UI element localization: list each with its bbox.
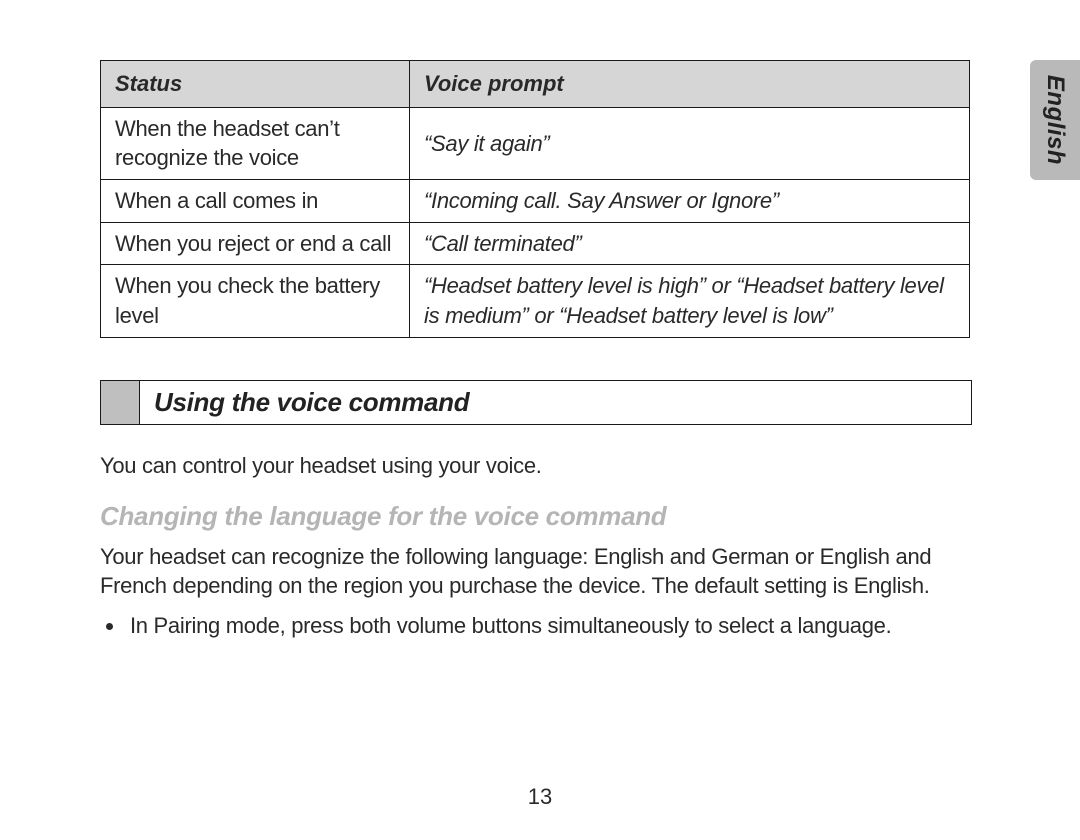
cell-prompt: “Headset battery level is high” or “Head… bbox=[410, 265, 970, 337]
cell-prompt: “Incoming call. Say Answer or Ignore” bbox=[410, 180, 970, 223]
cell-status: When you check the battery level bbox=[101, 265, 410, 337]
body-paragraph: Your headset can recognize the following… bbox=[100, 542, 970, 601]
language-tab: English bbox=[1030, 60, 1080, 180]
section-heading-marker bbox=[101, 381, 140, 424]
cell-status: When you reject or end a call bbox=[101, 222, 410, 265]
header-status: Status bbox=[101, 61, 410, 108]
table-row: When you reject or end a call “Call term… bbox=[101, 222, 970, 265]
table-row: When the headset can’t recognize the voi… bbox=[101, 107, 970, 179]
cell-prompt: “Say it again” bbox=[410, 107, 970, 179]
manual-page: English Status Voice prompt When the hea… bbox=[0, 0, 1080, 840]
list-item: In Pairing mode, press both volume butto… bbox=[126, 611, 970, 641]
subsection-heading: Changing the language for the voice comm… bbox=[100, 501, 990, 532]
cell-status: When the headset can’t recognize the voi… bbox=[101, 107, 410, 179]
table-row: When a call comes in “Incoming call. Say… bbox=[101, 180, 970, 223]
voice-prompt-table: Status Voice prompt When the headset can… bbox=[100, 60, 970, 338]
page-number: 13 bbox=[0, 784, 1080, 810]
intro-paragraph: You can control your headset using your … bbox=[100, 451, 970, 481]
cell-status: When a call comes in bbox=[101, 180, 410, 223]
table-header-row: Status Voice prompt bbox=[101, 61, 970, 108]
cell-prompt: “Call terminated” bbox=[410, 222, 970, 265]
header-voice-prompt: Voice prompt bbox=[410, 61, 970, 108]
section-heading-bar: Using the voice command bbox=[100, 380, 972, 425]
language-tab-label: English bbox=[1041, 75, 1069, 165]
bullet-list: In Pairing mode, press both volume butto… bbox=[100, 611, 970, 641]
section-heading-title: Using the voice command bbox=[140, 381, 971, 424]
table-row: When you check the battery level “Headse… bbox=[101, 265, 970, 337]
